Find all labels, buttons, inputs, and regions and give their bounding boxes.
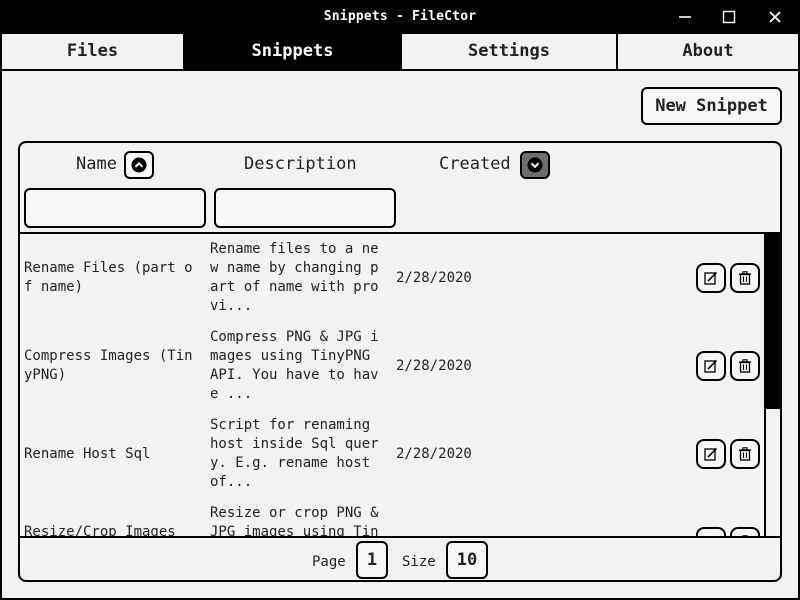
edit-icon bbox=[704, 359, 718, 373]
tab-settings[interactable]: Settings bbox=[402, 34, 618, 69]
edit-icon bbox=[704, 447, 718, 461]
row-description: Compress PNG & JPG i mages using TinyPNG… bbox=[210, 329, 379, 402]
column-header-created: Created bbox=[439, 154, 511, 174]
minimize-button[interactable] bbox=[662, 0, 708, 34]
trash-icon bbox=[739, 447, 751, 461]
title-bar: Snippets - FileCtor bbox=[0, 0, 800, 34]
maximize-icon bbox=[722, 10, 736, 24]
name-filter-input[interactable] bbox=[24, 188, 206, 228]
sort-name-button[interactable] bbox=[124, 151, 154, 179]
edit-icon bbox=[704, 271, 718, 285]
edit-button[interactable] bbox=[696, 439, 726, 469]
sort-created-button[interactable] bbox=[520, 151, 550, 179]
close-icon bbox=[769, 11, 781, 23]
table-row: Compress Images (Tin yPNG) Compress PNG … bbox=[20, 322, 764, 410]
footer-divider bbox=[20, 536, 780, 538]
row-created: 2/28/2020 bbox=[396, 446, 472, 462]
edit-button[interactable] bbox=[696, 351, 726, 381]
page-size-input[interactable]: 10 bbox=[446, 541, 488, 579]
close-button[interactable] bbox=[752, 0, 798, 34]
row-name: Rename Files (part o f name) bbox=[24, 260, 193, 295]
row-created: 2/28/2020 bbox=[396, 270, 472, 286]
table-row: Resize/Crop Images Resize or crop PNG & … bbox=[20, 498, 764, 536]
maximize-button[interactable] bbox=[706, 0, 752, 34]
page-label: Page bbox=[312, 554, 346, 570]
tab-bar: Files Snippets Settings About bbox=[0, 34, 800, 71]
edit-button[interactable] bbox=[696, 527, 726, 536]
row-description: Script for renaming host inside Sql quer… bbox=[210, 417, 379, 490]
delete-button[interactable] bbox=[730, 351, 760, 381]
page-number-input[interactable]: 1 bbox=[356, 541, 388, 579]
scrollbar-thumb[interactable] bbox=[766, 234, 780, 409]
snippets-table: Name Description Created Rename Files (p… bbox=[18, 141, 782, 582]
description-filter-input[interactable] bbox=[214, 188, 396, 228]
table-row: Rename Host Sql Script for renaming host… bbox=[20, 410, 764, 498]
minimize-icon bbox=[679, 16, 691, 18]
row-description: Resize or crop PNG & JPG images using Ti… bbox=[210, 505, 379, 536]
tab-snippets[interactable]: Snippets bbox=[185, 34, 402, 69]
scrollbar-track[interactable] bbox=[764, 234, 780, 536]
column-header-description: Description bbox=[244, 154, 357, 174]
delete-button[interactable] bbox=[730, 263, 760, 293]
edit-button[interactable] bbox=[696, 263, 726, 293]
delete-button[interactable] bbox=[730, 527, 760, 536]
chevron-up-circle-icon bbox=[131, 157, 147, 173]
row-description: Rename files to a ne w name by changing … bbox=[210, 241, 379, 314]
size-label: Size bbox=[402, 554, 436, 570]
row-name: Resize/Crop Images bbox=[24, 524, 176, 536]
chevron-down-circle-icon bbox=[527, 157, 543, 173]
trash-icon bbox=[739, 271, 751, 285]
row-name: Rename Host Sql bbox=[24, 446, 151, 462]
row-created: 2/28/2020 bbox=[396, 358, 472, 374]
table-row: Rename Files (part o f name) Rename file… bbox=[20, 234, 764, 322]
row-name: Compress Images (Tin yPNG) bbox=[24, 348, 193, 383]
table-body: Rename Files (part o f name) Rename file… bbox=[20, 234, 764, 536]
tab-files[interactable]: Files bbox=[2, 34, 185, 69]
new-snippet-button[interactable]: New Snippet bbox=[641, 87, 782, 125]
trash-icon bbox=[739, 359, 751, 373]
delete-button[interactable] bbox=[730, 439, 760, 469]
column-header-name: Name bbox=[76, 154, 117, 174]
tab-about[interactable]: About bbox=[618, 34, 798, 69]
